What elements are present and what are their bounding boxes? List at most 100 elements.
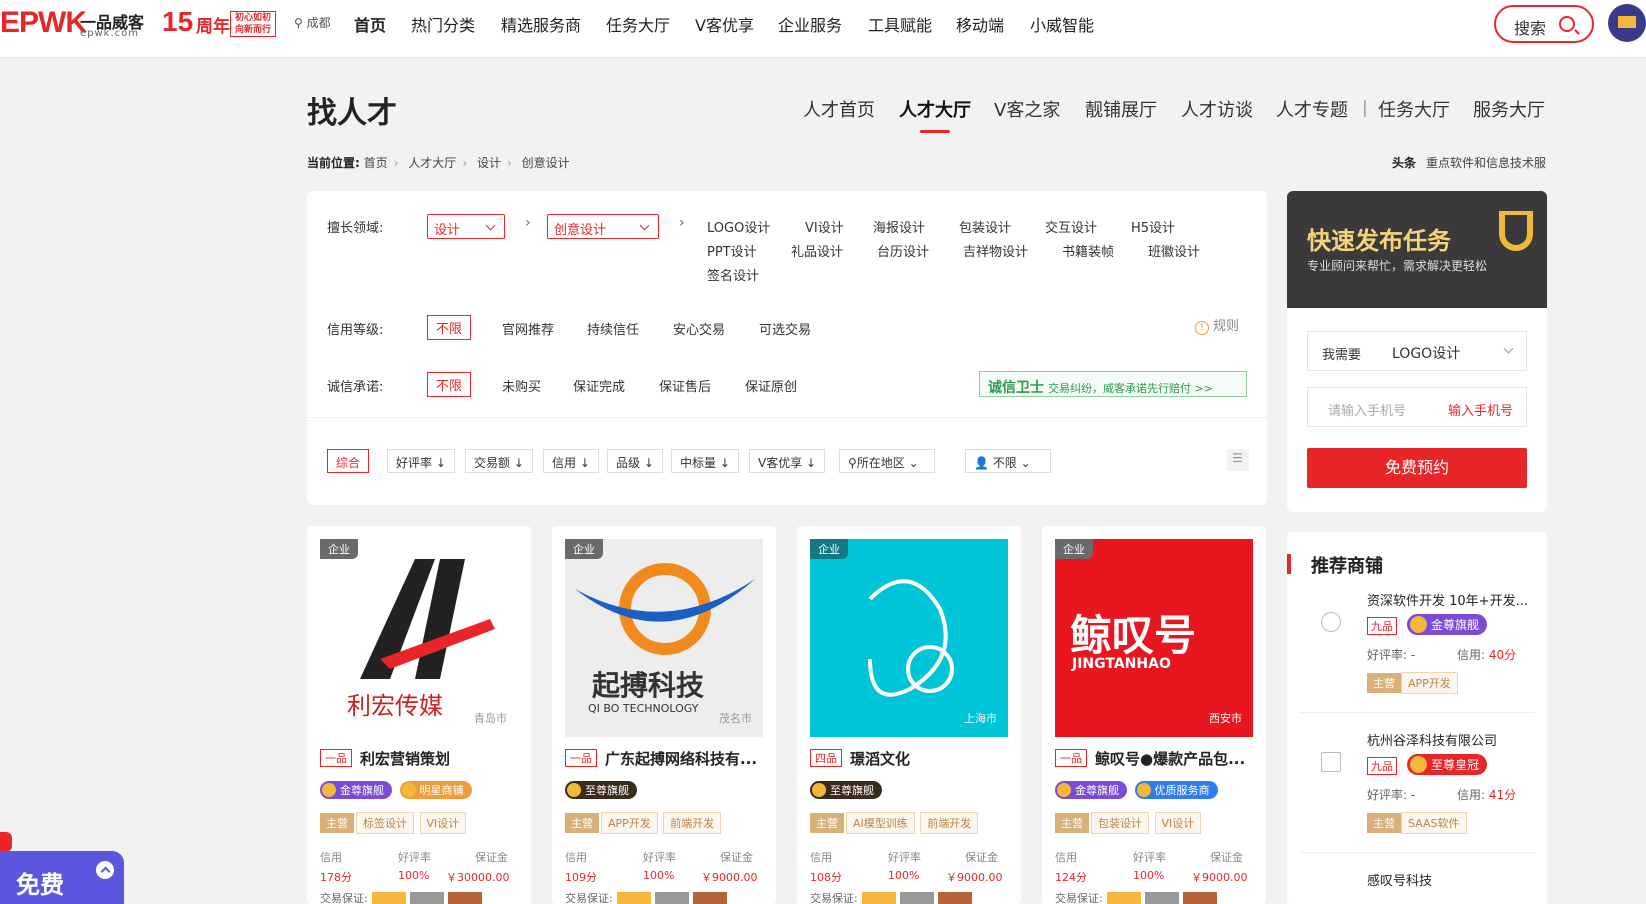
chevron-up-icon[interactable] xyxy=(96,861,114,879)
tab-shop-showroom[interactable]: 靓铺展厅 xyxy=(1085,96,1157,122)
promise-option[interactable]: 保证售后 xyxy=(659,376,711,395)
promise-option[interactable]: 保证原创 xyxy=(745,376,797,395)
search-button[interactable]: 搜索 xyxy=(1494,5,1594,43)
shop-name[interactable]: 利宏营销策划 xyxy=(360,748,520,769)
epwk-logo[interactable]: EPWK xyxy=(0,6,87,40)
tab-service-hall[interactable]: 服务大厅 xyxy=(1473,96,1545,122)
nav-mobile[interactable]: 移动端 xyxy=(956,12,1004,36)
city-selector[interactable]: ⚲ 成都 xyxy=(294,14,331,31)
rating-value: 100% xyxy=(1133,869,1165,882)
talent-card[interactable]: 鲸叹号 JINGTANHAO 企业 西安市 一品 鲸叹号●爆款产品包... 金尊… xyxy=(1042,526,1266,904)
field-option[interactable]: LOGO设计 xyxy=(707,217,770,236)
promo-subtitle: 专业顾问来帮忙，需求解决更轻松 xyxy=(1307,259,1488,273)
field-dropdown-secondary[interactable]: 创意设计 xyxy=(547,214,659,239)
field-option[interactable]: H5设计 xyxy=(1131,217,1175,236)
shop-name[interactable]: 璟滔文化 xyxy=(850,748,1010,769)
sort-credit[interactable]: 信用 ↓ xyxy=(543,449,599,473)
enterprise-tag: 企业 xyxy=(320,539,358,559)
sort-vke[interactable]: V客优享 ↓ xyxy=(749,449,826,473)
sort-bids[interactable]: 中标量 ↓ xyxy=(671,449,739,473)
field-option[interactable]: PPT设计 xyxy=(707,241,757,260)
credit-option[interactable]: 安心交易 xyxy=(673,319,725,338)
field-option[interactable]: 礼品设计 xyxy=(791,241,843,260)
tab-talent-hall[interactable]: 人才大厅 xyxy=(899,96,971,122)
breadcrumb-creative-design[interactable]: 创意设计 xyxy=(522,156,570,170)
field-option[interactable]: 书籍装帧 xyxy=(1062,241,1114,260)
trade-guarantee-label: 交易保证: xyxy=(810,892,858,904)
shop-name[interactable]: 资深软件开发 10年+开发... xyxy=(1367,590,1537,609)
anniversary-label: 周年 xyxy=(196,17,230,37)
nav-enterprise-services[interactable]: 企业服务 xyxy=(778,12,842,36)
credit-option[interactable]: 可选交易 xyxy=(759,319,811,338)
nav-featured-providers[interactable]: 精选服务商 xyxy=(501,12,581,36)
credit-value: 109分 xyxy=(565,871,597,884)
sort-volume[interactable]: 交易额 ↓ xyxy=(465,449,533,473)
field-option[interactable]: VI设计 xyxy=(805,217,844,236)
filter-panel: 擅长领域: 设计 › 创意设计 › LOGO设计 VI设计 海报设计 包装设计 … xyxy=(307,191,1267,505)
credit-option[interactable]: 官网推荐 xyxy=(502,319,554,338)
nav-ai[interactable]: 小威智能 xyxy=(1030,12,1094,36)
need-select[interactable]: 我需要 LOGO设计 xyxy=(1307,331,1527,371)
field-option[interactable]: 吉祥物设计 xyxy=(963,241,1028,260)
nav-tools[interactable]: 工具赋能 xyxy=(868,12,932,36)
promise-option[interactable]: 未购买 xyxy=(502,376,541,395)
promise-label: 诚信承诺: xyxy=(327,380,384,395)
talent-card[interactable]: 起搏科技 QI BO TECHNOLOGY 企业 茂名市 一品 广东起搏网络科技… xyxy=(552,526,776,904)
skill-tags: 主营 包装设计 VI设计 xyxy=(1055,812,1203,834)
nav-hot-categories[interactable]: 热门分类 xyxy=(411,12,475,36)
rating-key: 好评率 xyxy=(643,851,676,864)
deposit-value: ￥9000.00 xyxy=(701,871,758,884)
free-consult-widget[interactable]: 免费 xyxy=(0,851,124,904)
field-option[interactable]: 台历设计 xyxy=(877,241,929,260)
region-dropdown[interactable]: ⚲所在地区 ⌄ xyxy=(839,449,935,473)
active-tab-indicator xyxy=(920,130,950,133)
supreme-crown-badge: 至尊皇冠 xyxy=(1407,754,1488,775)
tab-talent-home[interactable]: 人才首页 xyxy=(803,96,875,122)
credit-stat: 信用: 41分 xyxy=(1457,786,1516,803)
trophy-icon xyxy=(1499,211,1533,251)
integrity-guard-banner[interactable]: 诚信卫士 交易纠纷，威客承诺先行赔付 >> xyxy=(979,371,1247,397)
field-option[interactable]: 包装设计 xyxy=(959,217,1011,236)
nav-vke-benefits[interactable]: V客优享 xyxy=(695,12,754,36)
list-view-icon[interactable] xyxy=(1227,449,1249,471)
shop-name[interactable]: 鲸叹号●爆款产品包... xyxy=(1095,748,1255,769)
nav-task-hall[interactable]: 任务大厅 xyxy=(606,12,670,36)
nav-home[interactable]: 首页 xyxy=(354,12,386,36)
credit-key: 信用: xyxy=(1457,788,1486,802)
shop-name[interactable]: 广东起搏网络科技有... xyxy=(605,748,765,769)
free-booking-button[interactable]: 免费预约 xyxy=(1307,448,1527,488)
main-business-tag: 主营 xyxy=(320,813,354,833)
sort-comprehensive[interactable]: 综合 xyxy=(327,449,370,473)
phone-input[interactable]: 请输入手机号 输入手机号 xyxy=(1307,387,1527,427)
guarantee-badge xyxy=(654,892,689,904)
field-option[interactable]: 海报设计 xyxy=(873,217,925,236)
field-option[interactable]: 交互设计 xyxy=(1045,217,1097,236)
promise-option[interactable]: 保证完成 xyxy=(573,376,625,395)
talent-card[interactable]: 利宏传媒 企业 青岛市 一品 利宏营销策划 金尊旗舰 明星商铺 主营 标签设计 V… xyxy=(307,526,531,904)
credit-value: 124分 xyxy=(1055,871,1087,884)
headline-ticker[interactable]: 头条 重点软件和信息技术服 xyxy=(1392,154,1546,171)
user-avatar[interactable] xyxy=(1608,4,1646,42)
sort-grade[interactable]: 品级 ↓ xyxy=(607,449,663,473)
type-label: 不限 xyxy=(992,456,1017,470)
credit-option-unlimited[interactable]: 不限 xyxy=(427,315,472,340)
type-dropdown[interactable]: 👤 不限 ⌄ xyxy=(965,449,1051,473)
field-option[interactable]: 班徽设计 xyxy=(1148,241,1200,260)
breadcrumb-home[interactable]: 首页 xyxy=(364,156,388,170)
rule-link[interactable]: ! 规则 xyxy=(1195,315,1239,335)
promise-option-unlimited[interactable]: 不限 xyxy=(427,372,472,397)
tab-talent-topics[interactable]: 人才专题 xyxy=(1276,96,1348,122)
talent-card[interactable]: 企业 上海市 四品 璟滔文化 至尊旗舰 主营 AI模型训练 前端开发 信用 108分… xyxy=(797,526,1021,904)
field-dropdown-primary[interactable]: 设计 xyxy=(427,214,505,239)
breadcrumb-design[interactable]: 设计 xyxy=(477,156,501,170)
tab-talent-interview[interactable]: 人才访谈 xyxy=(1181,96,1253,122)
shop-name[interactable]: 杭州谷泽科技有限公司 xyxy=(1367,730,1537,749)
credit-option[interactable]: 持续信任 xyxy=(587,319,639,338)
shop-name[interactable]: 感叹号科技 xyxy=(1367,870,1537,889)
location-pin-icon: ⚲ xyxy=(294,16,303,30)
field-option[interactable]: 签名设计 xyxy=(707,265,759,284)
tab-task-hall[interactable]: 任务大厅 xyxy=(1378,96,1450,122)
tab-vke-home[interactable]: V客之家 xyxy=(994,96,1060,122)
breadcrumb-talent-hall[interactable]: 人才大厅 xyxy=(408,156,456,170)
sort-rating[interactable]: 好评率 ↓ xyxy=(387,449,455,473)
